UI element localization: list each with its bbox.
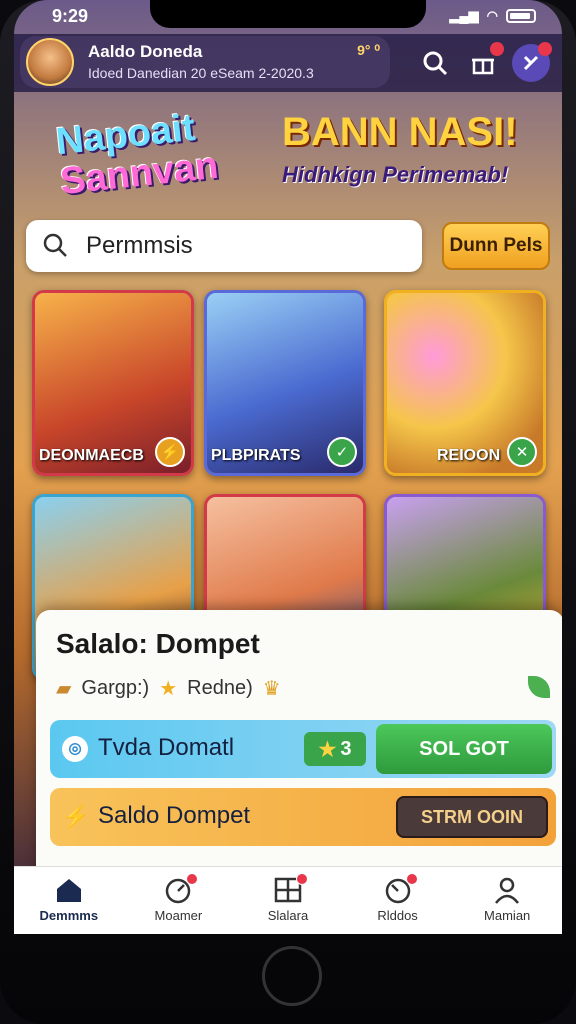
hero-title: BANN NASI! (282, 110, 518, 154)
tab-slalara[interactable]: Slalara (233, 867, 343, 934)
grid-icon (272, 873, 308, 905)
star-icon: ★ (318, 738, 337, 761)
game-label: DEONMAECB (39, 447, 144, 464)
coin-icon: ◎ (62, 736, 88, 762)
hero-banner[interactable]: Napoait Sannvan BANN NASI! Hidhkign Peri… (14, 92, 562, 222)
tab-label: Mamian (484, 908, 531, 923)
menu-badge (538, 42, 552, 56)
score-badge: ★ 3 (304, 732, 366, 766)
search-submit-button[interactable]: Dunn Pels (442, 222, 550, 270)
search-input[interactable] (86, 230, 406, 262)
chest-icon: ▰ (56, 678, 72, 700)
game-label: PLBPIRATS (211, 447, 301, 464)
notification-badge (295, 873, 308, 885)
tab-label: Demmms (39, 908, 99, 923)
profile-card[interactable]: Aaldo Doneda Idoed Danedian 20 eSeam 2-2… (20, 36, 390, 88)
status-bar: 9:29 ▂▄▆ ◠ (14, 0, 562, 34)
game-card[interactable]: PLBPIRATS ✓ (204, 290, 366, 476)
user-name: Aaldo Doneda (88, 42, 203, 61)
trophy-icon: ♛ (262, 678, 281, 700)
sheet-title: Salalo: Dompet (56, 628, 260, 659)
phone-frame: 9:29 ▂▄▆ ◠ Aaldo Doneda Idoed Danedian 2… (0, 0, 576, 1024)
game-card[interactable]: REIOON ✕ (384, 290, 546, 476)
notification-badge (186, 873, 199, 885)
game-logo: Napoait Sannvan (54, 106, 220, 203)
wallet-row[interactable]: ⚡ Saldo Dompet STRM OOIN (50, 788, 556, 846)
home-button[interactable] (262, 946, 322, 1006)
leaf-icon (528, 676, 550, 698)
menu-button[interactable] (512, 42, 552, 82)
user-subtitle: Idoed Danedian 20 eSeam 2-2020.3 (88, 65, 314, 81)
meta-right: Redne) (187, 677, 253, 699)
sheet-meta: ▰ Gargp:) ★ Redne) ♛ (56, 676, 281, 701)
tab-label: Moamer (154, 908, 203, 923)
reward-row[interactable]: ◎ Tvda Domatl ★ 3 SOL GOT (50, 720, 556, 778)
score-value: 3 (340, 737, 352, 760)
status-icons: ▂▄▆ ◠ (449, 8, 536, 24)
signal-icon: ▂▄▆ (449, 8, 479, 23)
avatar[interactable] (26, 38, 74, 86)
play-button[interactable]: ⚡ (155, 437, 185, 467)
speed-icon (162, 873, 199, 905)
play-button[interactable]: ✕ (507, 437, 537, 467)
tab-rlddos[interactable]: Rlddos (343, 867, 453, 934)
tab-mamian[interactable]: Mamian (452, 867, 562, 934)
tab-label: Rlddos (377, 908, 418, 923)
collect-button[interactable]: SOL GOT (376, 724, 552, 774)
coin-balance: 9° ⁰ (357, 42, 380, 58)
app-screen: 9:29 ▂▄▆ ◠ Aaldo Doneda Idoed Danedian 2… (14, 0, 562, 934)
reward-row-label: Tvda Domatl (98, 734, 235, 761)
bolt-icon: ⚡ (62, 804, 90, 829)
game-label: REIOON (437, 447, 501, 464)
menu-icon (523, 55, 539, 71)
wifi-icon: ◠ (486, 8, 498, 23)
tab-moamer[interactable]: Moamer (124, 867, 234, 934)
wallet-sheet: Salalo: Dompet ▰ Gargp:) ★ Redne) ♛ ◎ Tv… (36, 610, 562, 880)
gift-badge (490, 42, 504, 56)
search-bar[interactable] (26, 220, 422, 272)
star-icon: ★ (159, 678, 178, 700)
bottom-tab-bar: Demmms Moamer Slalara Rlddos Mamian (14, 866, 562, 934)
start-button[interactable]: STRM OOIN (396, 796, 548, 838)
play-button[interactable]: ✓ (327, 437, 357, 467)
tab-home[interactable]: Demmms (14, 867, 124, 934)
hero-subtitle: Hidhkign Perimemab! (282, 162, 509, 187)
gauge-icon (382, 873, 418, 905)
gift-button[interactable] (464, 42, 504, 82)
meta-left: Gargp:) (81, 677, 150, 699)
search-button[interactable] (416, 44, 454, 82)
user-icon (495, 877, 520, 904)
wallet-row-label: Saldo Dompet (98, 802, 251, 829)
top-header: Aaldo Doneda Idoed Danedian 20 eSeam 2-2… (14, 34, 562, 92)
search-icon (423, 51, 448, 76)
status-time: 9:29 (52, 6, 89, 26)
tab-label: Slalara (267, 908, 309, 923)
search-icon (43, 233, 67, 257)
notch (150, 0, 426, 28)
notification-badge (405, 873, 418, 885)
home-icon (56, 879, 81, 902)
game-card[interactable]: DEONMAECB ⚡ (32, 290, 194, 476)
battery-icon (506, 9, 536, 23)
